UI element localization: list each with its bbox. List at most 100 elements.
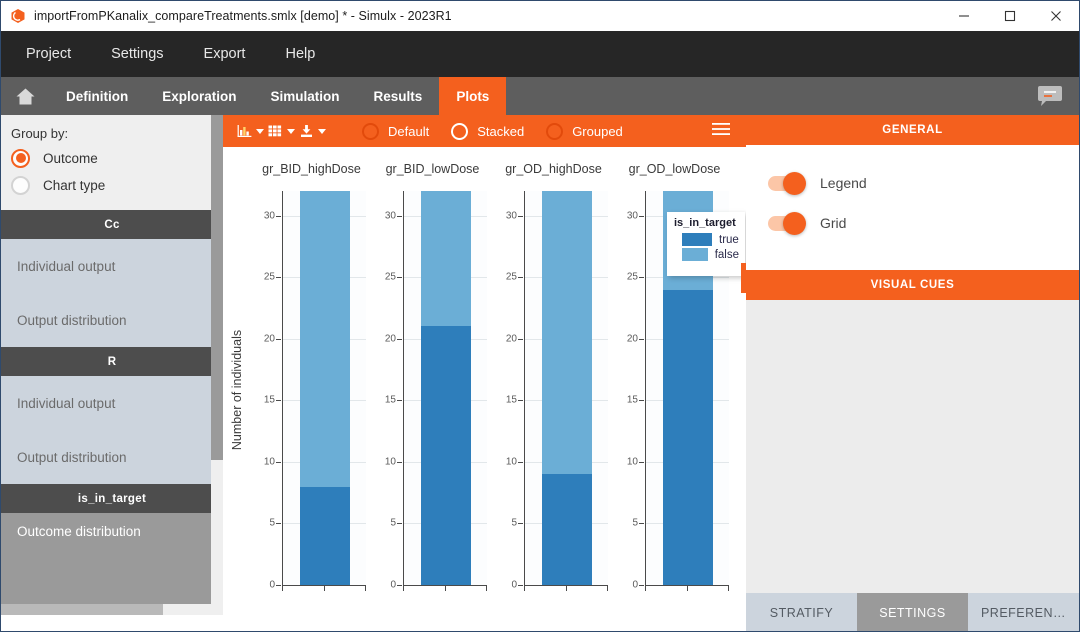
bar-segment-true[interactable] bbox=[663, 290, 713, 586]
chevron-down-icon[interactable] bbox=[287, 129, 295, 134]
chart-mode-grouped[interactable]: Grouped bbox=[546, 123, 623, 140]
chevron-down-icon[interactable] bbox=[256, 129, 264, 134]
group-by-section: Group by: Outcome Chart type bbox=[1, 115, 223, 210]
chart-mode-default-label: Default bbox=[388, 124, 429, 139]
section-items-cc: Individual output Output distribution bbox=[1, 239, 223, 347]
legend-label-false: false bbox=[715, 249, 739, 261]
x-tick-mark bbox=[687, 585, 688, 591]
visual-cues-section-header[interactable]: VISUAL CUES bbox=[746, 270, 1079, 300]
radio-stacked-icon bbox=[451, 123, 468, 140]
y-tick-label: 25 bbox=[506, 272, 517, 283]
y-tick-label: 25 bbox=[264, 272, 275, 283]
sidebar-vertical-scrollbar-thumb[interactable] bbox=[211, 115, 223, 460]
menu-item-project[interactable]: Project bbox=[6, 31, 91, 77]
y-tick-label: 0 bbox=[390, 580, 396, 591]
legend-toggle[interactable] bbox=[768, 176, 804, 191]
hamburger-menu-icon[interactable] bbox=[712, 122, 730, 141]
window-title: importFromPKanalix_compareTreatments.sml… bbox=[34, 9, 452, 23]
radio-outcome[interactable]: Outcome bbox=[11, 146, 223, 170]
menu-item-settings[interactable]: Settings bbox=[91, 31, 183, 77]
general-section-header[interactable]: GENERAL bbox=[746, 115, 1079, 145]
y-axis: 051015202530 bbox=[251, 191, 281, 585]
x-tick-mark bbox=[728, 585, 729, 591]
legend-swatch-false bbox=[682, 248, 708, 261]
y-tick-mark bbox=[518, 462, 523, 463]
title-bar: importFromPKanalix_compareTreatments.sml… bbox=[1, 1, 1079, 31]
legend-toggle-row[interactable]: Legend bbox=[746, 163, 1079, 203]
bar-segment-true[interactable] bbox=[300, 487, 350, 586]
bar-segment-false[interactable] bbox=[421, 191, 471, 326]
chart-mode-grouped-label: Grouped bbox=[572, 124, 623, 139]
x-tick-mark bbox=[282, 585, 283, 591]
sidebar-item-outcome-distribution[interactable]: Outcome distribution bbox=[1, 513, 223, 549]
tab-settings[interactable]: SETTINGS bbox=[857, 593, 968, 632]
facet-title: gr_OD_highDose bbox=[493, 162, 614, 176]
y-axis-label: Number of individuals bbox=[227, 147, 247, 632]
menu-item-export[interactable]: Export bbox=[184, 31, 266, 77]
y-tick-label: 0 bbox=[269, 580, 275, 591]
download-icon[interactable] bbox=[299, 124, 326, 138]
section-header-r: R bbox=[1, 347, 223, 376]
close-icon[interactable] bbox=[1033, 1, 1079, 31]
y-tick-mark bbox=[518, 585, 523, 586]
toolbar-icon-group bbox=[237, 124, 326, 138]
x-tick-mark bbox=[645, 585, 646, 591]
tab-exploration[interactable]: Exploration bbox=[145, 77, 253, 115]
tab-simulation[interactable]: Simulation bbox=[254, 77, 357, 115]
chat-bubble-icon[interactable] bbox=[1037, 77, 1079, 115]
stacked-bar[interactable] bbox=[300, 191, 350, 585]
stacked-bar[interactable] bbox=[421, 191, 471, 585]
y-tick-mark bbox=[276, 400, 281, 401]
sidebar-horizontal-scrollbar-thumb[interactable] bbox=[1, 604, 163, 615]
grid-toggle-row[interactable]: Grid bbox=[746, 203, 1079, 243]
y-tick-label: 20 bbox=[506, 333, 517, 344]
bar-segment-true[interactable] bbox=[421, 326, 471, 585]
facet-gr_BID_highDose: gr_BID_highDose051015202530 bbox=[251, 147, 372, 632]
y-tick-mark bbox=[397, 216, 402, 217]
bar-segment-false[interactable] bbox=[542, 191, 592, 474]
sidebar-item-cc-output-distribution[interactable]: Output distribution bbox=[1, 293, 223, 347]
y-tick-label: 25 bbox=[627, 272, 638, 283]
bar-segment-true[interactable] bbox=[542, 474, 592, 585]
y-tick-label: 5 bbox=[632, 518, 638, 529]
y-axis-label-text: Number of individuals bbox=[230, 330, 244, 450]
y-tick-mark bbox=[518, 400, 523, 401]
tab-definition[interactable]: Definition bbox=[49, 77, 145, 115]
sidebar-item-r-individual-output[interactable]: Individual output bbox=[1, 376, 223, 430]
tab-stratify[interactable]: STRATIFY bbox=[746, 593, 857, 632]
chart-mode-default[interactable]: Default bbox=[362, 123, 429, 140]
legend-entry-false[interactable]: false bbox=[674, 247, 739, 262]
chart-mode-stacked[interactable]: Stacked bbox=[451, 123, 524, 140]
y-tick-label: 0 bbox=[511, 580, 517, 591]
stacked-bar[interactable] bbox=[542, 191, 592, 585]
y-tick-label: 20 bbox=[627, 333, 638, 344]
tab-preferences[interactable]: PREFEREN… bbox=[968, 593, 1079, 632]
facet-gr_BID_lowDose: gr_BID_lowDose051015202530 bbox=[372, 147, 493, 632]
chevron-down-icon[interactable] bbox=[318, 129, 326, 134]
tab-plots[interactable]: Plots bbox=[439, 77, 506, 115]
sidebar-divider bbox=[1, 615, 223, 632]
minimize-icon[interactable] bbox=[941, 1, 987, 31]
bar-chart-icon[interactable] bbox=[237, 124, 264, 138]
tab-results[interactable]: Results bbox=[357, 77, 440, 115]
plot-panel bbox=[282, 191, 366, 585]
maximize-icon[interactable] bbox=[987, 1, 1033, 31]
sidebar-item-r-output-distribution[interactable]: Output distribution bbox=[1, 430, 223, 484]
x-tick-mark bbox=[324, 585, 325, 591]
bar-segment-false[interactable] bbox=[300, 191, 350, 487]
y-tick-label: 10 bbox=[385, 456, 396, 467]
general-section-body: Legend Grid bbox=[746, 145, 1079, 270]
radio-outcome-icon bbox=[11, 149, 30, 168]
facet-gr_OD_highDose: gr_OD_highDose051015202530 bbox=[493, 147, 614, 632]
radio-chart-type[interactable]: Chart type bbox=[11, 173, 223, 197]
grid-table-icon[interactable] bbox=[268, 124, 295, 138]
y-tick-mark bbox=[397, 523, 402, 524]
menu-item-help[interactable]: Help bbox=[265, 31, 335, 77]
y-tick-mark bbox=[397, 400, 402, 401]
y-tick-mark bbox=[639, 462, 644, 463]
grid-toggle[interactable] bbox=[768, 216, 804, 231]
legend-entry-true[interactable]: true bbox=[674, 232, 739, 247]
sidebar-item-cc-individual-output[interactable]: Individual output bbox=[1, 239, 223, 293]
home-icon[interactable] bbox=[1, 77, 49, 115]
y-tick-mark bbox=[276, 585, 281, 586]
